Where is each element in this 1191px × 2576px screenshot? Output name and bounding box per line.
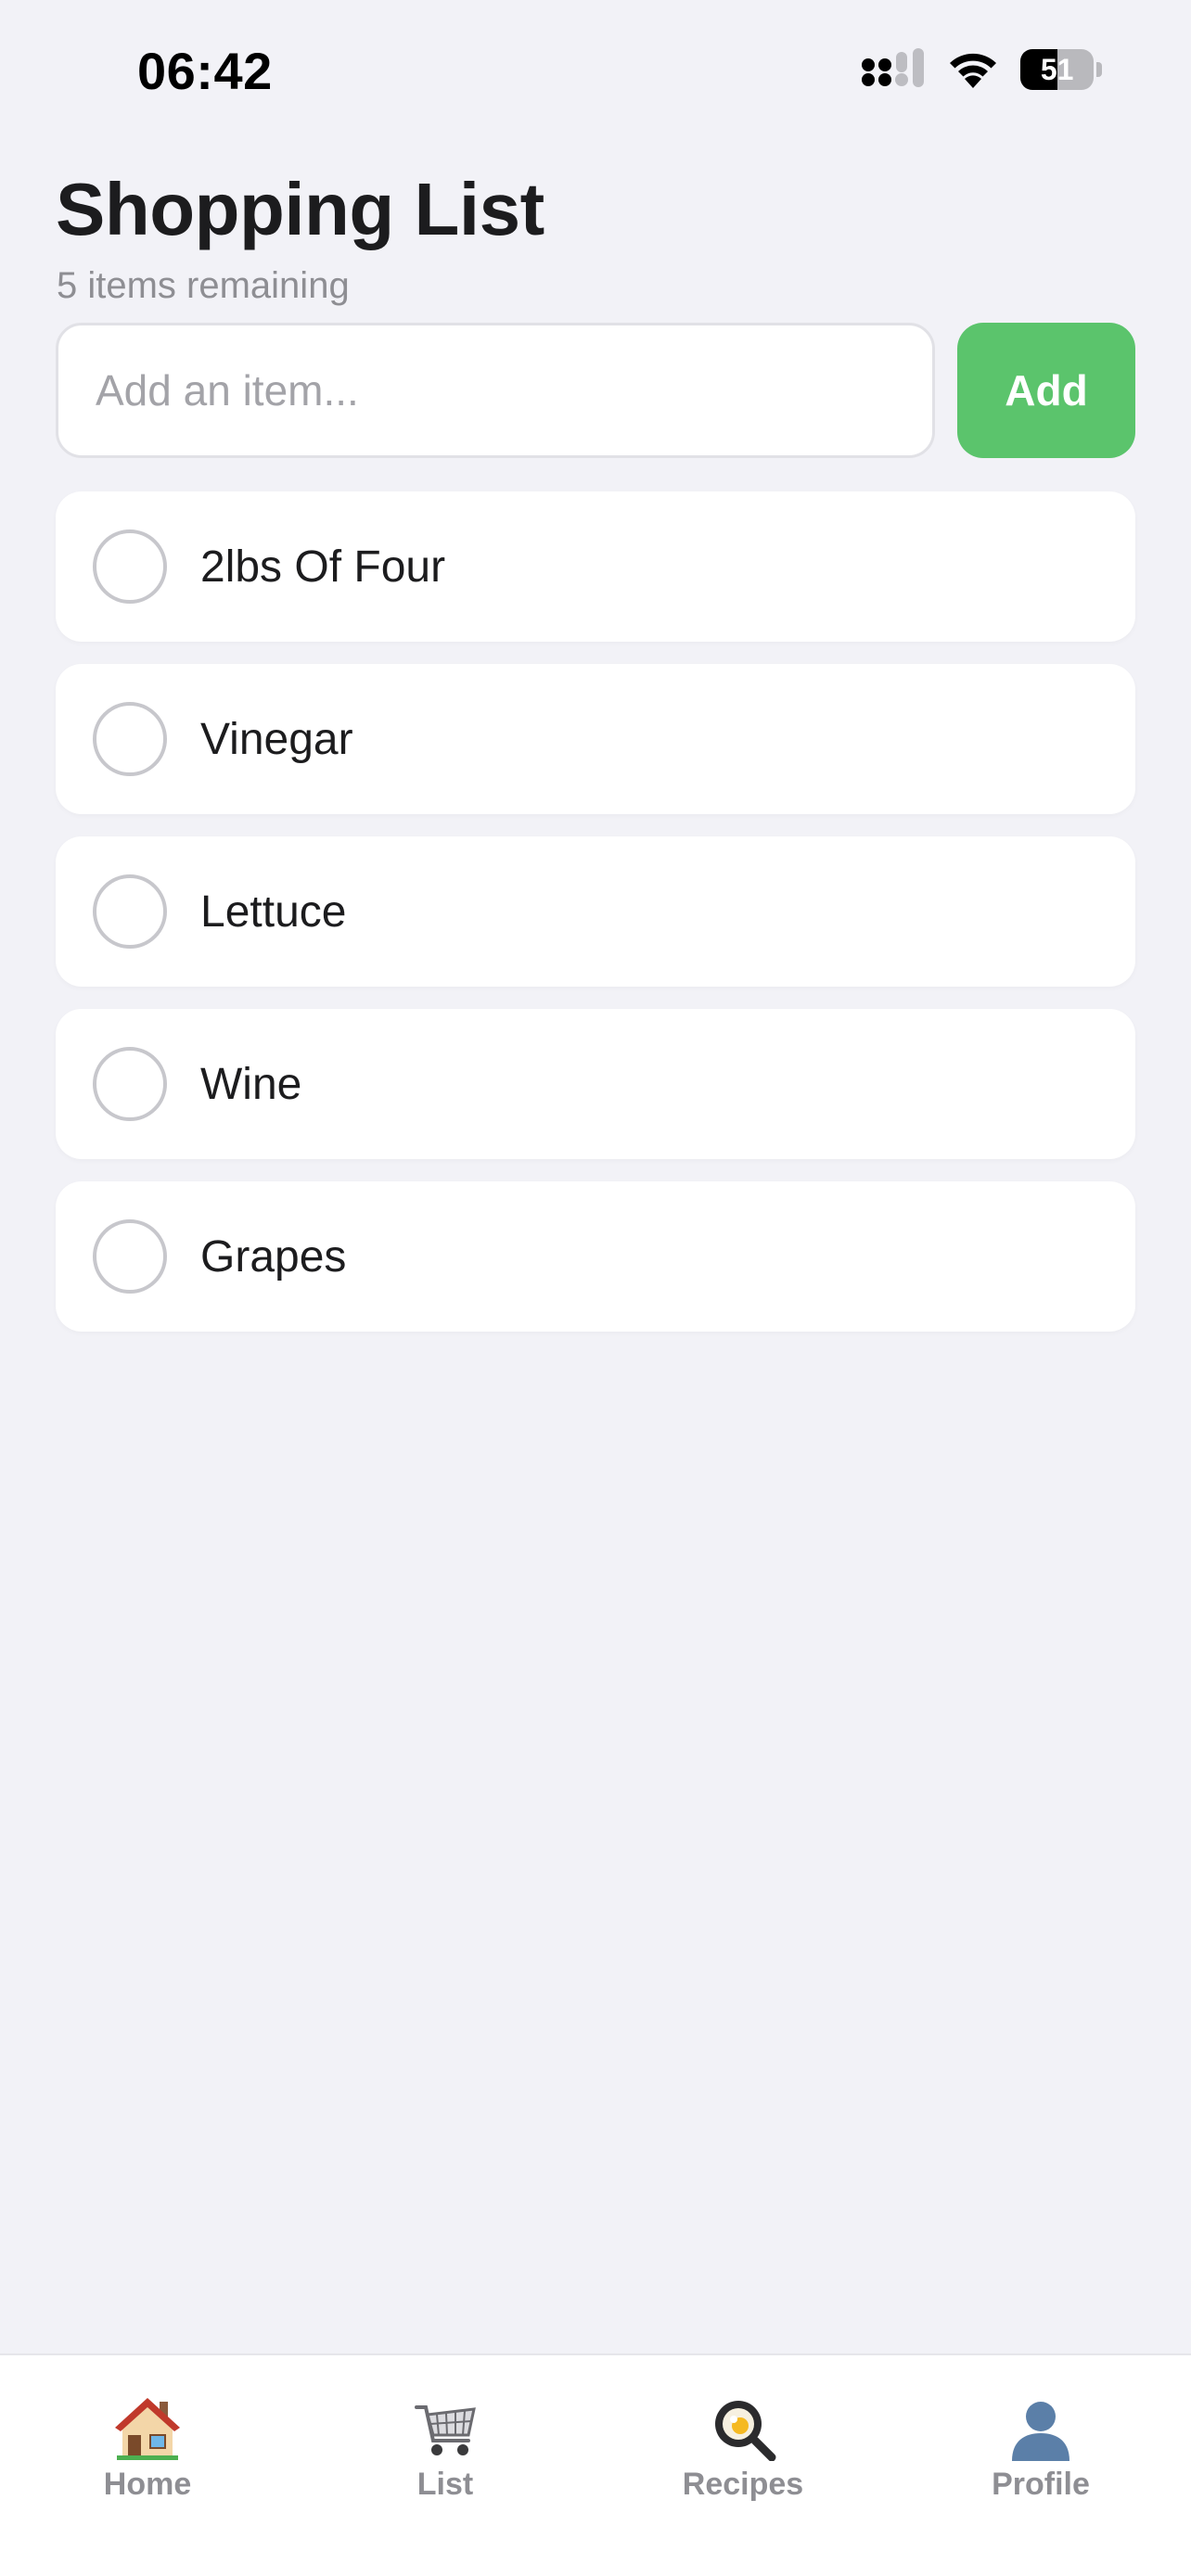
status-icons: 51 [861, 46, 1102, 93]
checkbox-circle-icon[interactable] [93, 1219, 167, 1294]
tab-label: Home [103, 2467, 192, 2502]
tab-list[interactable]: List [352, 2396, 538, 2503]
list-item[interactable]: Vinegar [56, 664, 1135, 814]
add-button[interactable]: Add [957, 323, 1135, 458]
list-item[interactable]: 2lbs Of Four [56, 491, 1135, 642]
battery-tip [1096, 62, 1102, 77]
shopping-item-list: 2lbs Of Four Vinegar Lettuce Wine Grapes [56, 491, 1135, 1332]
item-label: Lettuce [200, 886, 347, 937]
tab-bar: Home List Recipes Profile [0, 2353, 1191, 2576]
checkbox-circle-icon[interactable] [93, 702, 167, 776]
status-time: 06:42 [137, 42, 273, 100]
list-item[interactable]: Grapes [56, 1181, 1135, 1332]
item-label: Vinegar [200, 714, 353, 764]
wifi-icon [950, 53, 996, 88]
tab-profile[interactable]: Profile [948, 2396, 1133, 2503]
checkbox-circle-icon[interactable] [93, 1047, 167, 1121]
item-label: Grapes [200, 1231, 347, 1282]
add-item-input[interactable] [56, 323, 935, 458]
checkbox-circle-icon[interactable] [93, 529, 167, 604]
item-label: 2lbs Of Four [200, 542, 446, 592]
tab-label: List [416, 2467, 474, 2502]
tab-label: Profile [992, 2467, 1090, 2502]
shopping-cart-icon [415, 2405, 476, 2455]
battery-percent: 51 [1040, 52, 1074, 86]
tab-home[interactable]: Home [55, 2396, 240, 2503]
tab-label: Recipes [682, 2467, 804, 2502]
page-title: Shopping List [56, 168, 544, 250]
status-bar: 06:42 51 [0, 0, 1191, 139]
battery-icon: 51 [1020, 49, 1102, 90]
house-icon [115, 2398, 180, 2460]
tab-recipes[interactable]: Recipes [650, 2396, 836, 2503]
cellular-signal-icon [862, 48, 924, 87]
magnifier-icon [715, 2401, 776, 2461]
person-icon [1012, 2402, 1069, 2461]
items-remaining-count: 5 items remaining [57, 265, 350, 306]
battery-body: 51 [1020, 49, 1095, 90]
list-item[interactable]: Wine [56, 1009, 1135, 1159]
shopping-list-screen: 06:42 51 Shopping List 5 items remaining… [0, 0, 1191, 2576]
list-item[interactable]: Lettuce [56, 836, 1135, 987]
item-label: Wine [200, 1059, 302, 1109]
checkbox-circle-icon[interactable] [93, 874, 167, 949]
